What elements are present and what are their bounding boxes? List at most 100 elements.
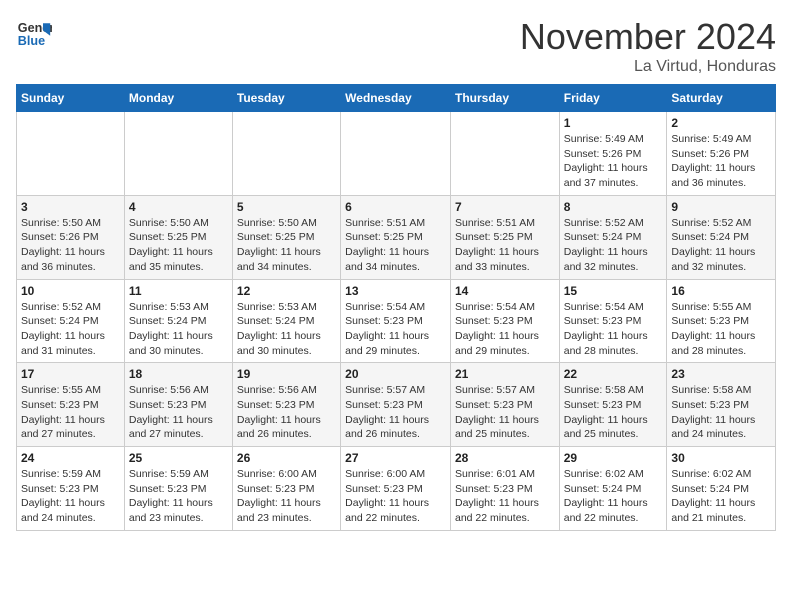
calendar-cell: 13 Sunrise: 5:54 AMSunset: 5:23 PMDayligh… bbox=[341, 279, 451, 363]
calendar-cell: 15 Sunrise: 5:54 AMSunset: 5:23 PMDayligh… bbox=[559, 279, 667, 363]
weekday-header-sunday: Sunday bbox=[17, 85, 125, 112]
calendar-cell: 25Sunrise: 5:59 AMSunset: 5:23 PMDayligh… bbox=[124, 447, 232, 531]
day-number: 6 bbox=[345, 200, 446, 214]
day-info: Sunrise: 5:54 AMSunset: 5:23 PMDaylight:… bbox=[455, 300, 555, 359]
day-number: 23 bbox=[671, 367, 771, 381]
calendar-cell: 16 Sunrise: 5:55 AMSunset: 5:23 PMDayligh… bbox=[667, 279, 776, 363]
calendar-cell: 9Sunrise: 5:52 AMSunset: 5:24 PMDaylight… bbox=[667, 195, 776, 279]
day-number: 12 bbox=[237, 284, 336, 298]
day-number: 19 bbox=[237, 367, 336, 381]
day-info: Sunrise: 5:51 AMSunset: 5:25 PMDaylight:… bbox=[455, 216, 555, 275]
calendar-cell: 10Sunrise: 5:52 AMSunset: 5:24 PMDayligh… bbox=[17, 279, 125, 363]
day-info: Sunrise: 5:50 AMSunset: 5:26 PMDaylight:… bbox=[21, 216, 120, 275]
calendar-cell bbox=[232, 112, 340, 196]
day-number: 29 bbox=[564, 451, 663, 465]
calendar-cell: 12 Sunrise: 5:53 AMSunset: 5:24 PMDayligh… bbox=[232, 279, 340, 363]
title-block: November 2024 La Virtud, Honduras bbox=[520, 16, 776, 76]
location: La Virtud, Honduras bbox=[520, 58, 776, 76]
calendar-week-2: 3 Sunrise: 5:50 AMSunset: 5:26 PMDaylight… bbox=[17, 195, 776, 279]
day-number: 30 bbox=[671, 451, 771, 465]
day-number: 1 bbox=[564, 116, 663, 130]
day-number: 10 bbox=[21, 284, 120, 298]
day-number: 27 bbox=[345, 451, 446, 465]
calendar-cell: 14 Sunrise: 5:54 AMSunset: 5:23 PMDayligh… bbox=[450, 279, 559, 363]
logo: General Blue bbox=[16, 16, 52, 52]
day-number: 22 bbox=[564, 367, 663, 381]
day-info: Sunrise: 5:59 AMSunset: 5:23 PMDaylight:… bbox=[129, 467, 228, 526]
calendar-cell: 2 Sunrise: 5:49 AMSunset: 5:26 PMDaylight… bbox=[667, 112, 776, 196]
day-info: Sunrise: 5:57 AMSunset: 5:23 PMDaylight:… bbox=[455, 383, 555, 442]
day-number: 3 bbox=[21, 200, 120, 214]
calendar-cell: 3 Sunrise: 5:50 AMSunset: 5:26 PMDaylight… bbox=[17, 195, 125, 279]
weekday-header-row: SundayMondayTuesdayWednesdayThursdayFrid… bbox=[17, 85, 776, 112]
calendar-week-5: 24 Sunrise: 5:59 AMSunset: 5:23 PMDayligh… bbox=[17, 447, 776, 531]
day-number: 20 bbox=[345, 367, 446, 381]
day-info: Sunrise: 6:02 AMSunset: 5:24 PMDaylight:… bbox=[564, 467, 663, 526]
svg-text:Blue: Blue bbox=[18, 34, 45, 48]
calendar-cell: 29 Sunrise: 6:02 AMSunset: 5:24 PMDayligh… bbox=[559, 447, 667, 531]
day-number: 8 bbox=[564, 200, 663, 214]
day-number: 17 bbox=[21, 367, 120, 381]
day-info: Sunrise: 5:49 AMSunset: 5:26 PMDaylight:… bbox=[564, 132, 663, 191]
day-info: Sunrise: 5:49 AMSunset: 5:26 PMDaylight:… bbox=[671, 132, 771, 191]
weekday-header-monday: Monday bbox=[124, 85, 232, 112]
calendar-body: 1 Sunrise: 5:49 AMSunset: 5:26 PMDaylight… bbox=[17, 112, 776, 531]
weekday-header-wednesday: Wednesday bbox=[341, 85, 451, 112]
calendar-cell: 22 Sunrise: 5:58 AMSunset: 5:23 PMDayligh… bbox=[559, 363, 667, 447]
day-number: 28 bbox=[455, 451, 555, 465]
calendar-cell: 26Sunrise: 6:00 AMSunset: 5:23 PMDayligh… bbox=[232, 447, 340, 531]
calendar-week-4: 17Sunrise: 5:55 AMSunset: 5:23 PMDayligh… bbox=[17, 363, 776, 447]
day-info: Sunrise: 5:56 AMSunset: 5:23 PMDaylight:… bbox=[129, 383, 228, 442]
calendar-cell: 8 Sunrise: 5:52 AMSunset: 5:24 PMDaylight… bbox=[559, 195, 667, 279]
day-number: 24 bbox=[21, 451, 120, 465]
weekday-header-thursday: Thursday bbox=[450, 85, 559, 112]
calendar-cell: 23 Sunrise: 5:58 AMSunset: 5:23 PMDayligh… bbox=[667, 363, 776, 447]
day-info: Sunrise: 5:56 AMSunset: 5:23 PMDaylight:… bbox=[237, 383, 336, 442]
page-header: General Blue November 2024 La Virtud, Ho… bbox=[16, 16, 776, 76]
day-info: Sunrise: 5:58 AMSunset: 5:23 PMDaylight:… bbox=[671, 383, 771, 442]
calendar-cell: 1 Sunrise: 5:49 AMSunset: 5:26 PMDaylight… bbox=[559, 112, 667, 196]
calendar-cell: 11Sunrise: 5:53 AMSunset: 5:24 PMDayligh… bbox=[124, 279, 232, 363]
day-info: Sunrise: 5:55 AMSunset: 5:23 PMDaylight:… bbox=[671, 300, 771, 359]
day-number: 15 bbox=[564, 284, 663, 298]
day-info: Sunrise: 5:54 AMSunset: 5:23 PMDaylight:… bbox=[564, 300, 663, 359]
day-number: 16 bbox=[671, 284, 771, 298]
day-info: Sunrise: 5:53 AMSunset: 5:24 PMDaylight:… bbox=[237, 300, 336, 359]
day-info: Sunrise: 5:53 AMSunset: 5:24 PMDaylight:… bbox=[129, 300, 228, 359]
day-info: Sunrise: 5:57 AMSunset: 5:23 PMDaylight:… bbox=[345, 383, 446, 442]
calendar-cell bbox=[124, 112, 232, 196]
calendar-cell: 28 Sunrise: 6:01 AMSunset: 5:23 PMDayligh… bbox=[450, 447, 559, 531]
calendar-cell: 18 Sunrise: 5:56 AMSunset: 5:23 PMDayligh… bbox=[124, 363, 232, 447]
calendar-cell bbox=[450, 112, 559, 196]
day-info: Sunrise: 6:01 AMSunset: 5:23 PMDaylight:… bbox=[455, 467, 555, 526]
day-info: Sunrise: 5:50 AMSunset: 5:25 PMDaylight:… bbox=[129, 216, 228, 275]
calendar-cell: 5 Sunrise: 5:50 AMSunset: 5:25 PMDaylight… bbox=[232, 195, 340, 279]
weekday-header-friday: Friday bbox=[559, 85, 667, 112]
day-number: 4 bbox=[129, 200, 228, 214]
day-number: 7 bbox=[455, 200, 555, 214]
calendar-cell: 19 Sunrise: 5:56 AMSunset: 5:23 PMDayligh… bbox=[232, 363, 340, 447]
day-number: 2 bbox=[671, 116, 771, 130]
day-info: Sunrise: 5:59 AMSunset: 5:23 PMDaylight:… bbox=[21, 467, 120, 526]
day-info: Sunrise: 5:58 AMSunset: 5:23 PMDaylight:… bbox=[564, 383, 663, 442]
calendar-cell: 24 Sunrise: 5:59 AMSunset: 5:23 PMDayligh… bbox=[17, 447, 125, 531]
day-number: 5 bbox=[237, 200, 336, 214]
day-number: 18 bbox=[129, 367, 228, 381]
day-info: Sunrise: 5:50 AMSunset: 5:25 PMDaylight:… bbox=[237, 216, 336, 275]
calendar-cell bbox=[341, 112, 451, 196]
day-info: Sunrise: 5:52 AMSunset: 5:24 PMDaylight:… bbox=[671, 216, 771, 275]
day-number: 14 bbox=[455, 284, 555, 298]
calendar-cell bbox=[17, 112, 125, 196]
day-number: 13 bbox=[345, 284, 446, 298]
calendar-cell: 6Sunrise: 5:51 AMSunset: 5:25 PMDaylight… bbox=[341, 195, 451, 279]
month-title: November 2024 bbox=[520, 16, 776, 58]
calendar-cell: 21Sunrise: 5:57 AMSunset: 5:23 PMDayligh… bbox=[450, 363, 559, 447]
day-info: Sunrise: 5:54 AMSunset: 5:23 PMDaylight:… bbox=[345, 300, 446, 359]
day-info: Sunrise: 6:00 AMSunset: 5:23 PMDaylight:… bbox=[237, 467, 336, 526]
calendar-week-3: 10Sunrise: 5:52 AMSunset: 5:24 PMDayligh… bbox=[17, 279, 776, 363]
day-info: Sunrise: 6:02 AMSunset: 5:24 PMDaylight:… bbox=[671, 467, 771, 526]
weekday-header-saturday: Saturday bbox=[667, 85, 776, 112]
logo-icon: General Blue bbox=[16, 16, 52, 52]
calendar-cell: 20 Sunrise: 5:57 AMSunset: 5:23 PMDayligh… bbox=[341, 363, 451, 447]
day-info: Sunrise: 5:52 AMSunset: 5:24 PMDaylight:… bbox=[564, 216, 663, 275]
